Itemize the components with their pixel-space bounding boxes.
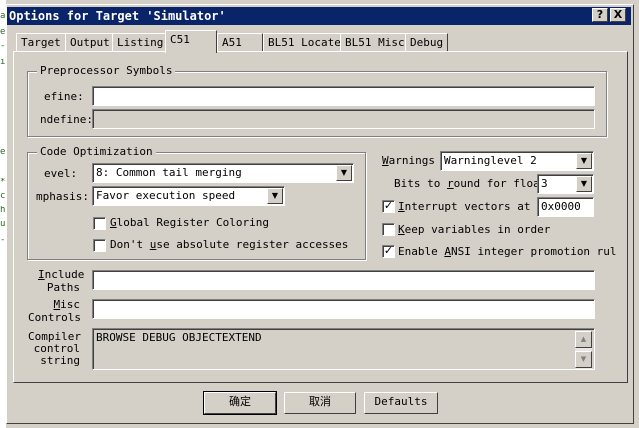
include-paths-input[interactable] [92, 270, 595, 290]
interrupt-vectors-label[interactable]: Interrupt vectors at a [398, 200, 544, 213]
compiler-control-label: Compiler control string [28, 330, 81, 367]
warnings-select[interactable]: Warninglevel 2 ▼ [440, 151, 594, 171]
tab-bl51-locate[interactable]: BL51 Locate [263, 33, 346, 52]
define-label: efine: [44, 90, 84, 103]
interrupt-vectors-input[interactable]: 0x0000 [537, 197, 594, 217]
warnings-value: Warninglevel 2 [444, 154, 537, 167]
tab-debug[interactable]: Debug [405, 33, 449, 52]
tab-bl51-misc[interactable]: BL51 Misc [340, 33, 410, 52]
no-absolute-register-label[interactable]: Don't use absolute register accesses [110, 238, 348, 251]
keep-variables-checkbox[interactable] [382, 223, 395, 236]
cancel-button[interactable]: 取消 [284, 392, 356, 414]
emphasis-label: mphasis: [36, 190, 89, 203]
emphasis-value: Favor execution speed [96, 189, 236, 202]
close-button[interactable]: X [610, 8, 626, 22]
code-optimization-legend: Code Optimization [37, 145, 156, 158]
bits-to-round-label: Bits to round for float [394, 177, 547, 190]
misc-controls-input[interactable] [92, 299, 595, 319]
tab-listing[interactable]: Listing [112, 33, 169, 52]
tab-a51[interactable]: A51 [217, 33, 263, 52]
chevron-down-icon[interactable]: ▼ [267, 188, 283, 204]
compiler-control-string: BROWSE DEBUG OBJECTEXTEND ▲ ▼ [92, 328, 595, 370]
global-register-checkbox[interactable] [93, 217, 106, 230]
scroll-down-icon[interactable]: ▼ [575, 351, 592, 368]
dialog-title-bar[interactable]: Options for Target 'Simulator' [7, 7, 631, 25]
preprocessor-legend: Preprocessor Symbols [37, 64, 176, 77]
interrupt-vectors-checkbox[interactable]: ✓ [382, 200, 395, 213]
global-register-label[interactable]: Global Register Coloring [110, 216, 269, 229]
compiler-control-scrollbar[interactable]: ▲ ▼ [575, 331, 592, 369]
undefine-label: ndefine: [40, 113, 93, 126]
ansi-promotion-checkbox[interactable]: ✓ [382, 245, 395, 258]
define-input[interactable] [92, 86, 595, 106]
ok-button[interactable]: 确定 [203, 391, 277, 415]
scroll-up-icon[interactable]: ▲ [575, 331, 592, 348]
emphasis-select[interactable]: Favor execution speed ▼ [92, 186, 285, 206]
chevron-down-icon[interactable]: ▼ [576, 153, 592, 169]
keep-variables-label[interactable]: Keep variables in order [398, 223, 550, 236]
dialog-title: Options for Target 'Simulator' [9, 9, 226, 23]
bits-to-round-value: 3 [541, 177, 548, 190]
tab-target[interactable]: Target [16, 33, 66, 52]
misc-controls-label: Misc Controls [28, 298, 81, 324]
level-value: 8: Common tail merging [96, 166, 242, 179]
tab-c51[interactable]: C51 [165, 30, 217, 53]
defaults-button[interactable]: Defaults [364, 392, 438, 414]
no-absolute-register-checkbox[interactable] [93, 239, 106, 252]
level-select[interactable]: 8: Common tail merging ▼ [92, 163, 354, 183]
tab-output[interactable]: Output [65, 33, 115, 52]
compiler-control-value: BROWSE DEBUG OBJECTEXTEND [96, 331, 262, 344]
chevron-down-icon[interactable]: ▼ [336, 165, 352, 181]
include-paths-label: Include Paths [38, 268, 85, 294]
help-button[interactable]: ? [592, 8, 608, 22]
chevron-down-icon[interactable]: ▼ [576, 176, 592, 192]
level-label: evel: [44, 167, 78, 180]
bits-to-round-select[interactable]: 3 ▼ [537, 174, 594, 194]
warnings-label: Warnings [382, 154, 435, 167]
ansi-promotion-label[interactable]: Enable ANSI integer promotion rul [398, 245, 617, 258]
undefine-input [92, 109, 595, 129]
